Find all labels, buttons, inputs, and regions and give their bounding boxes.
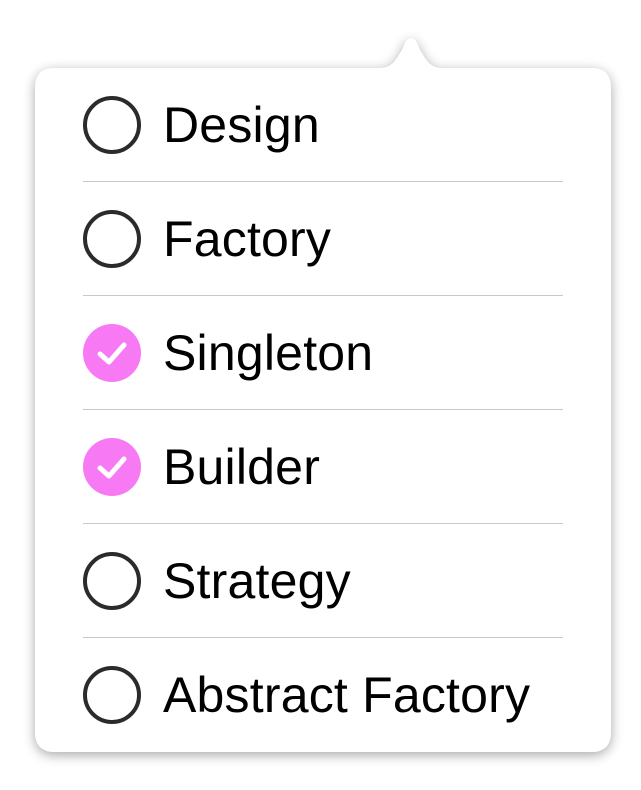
menu-item-label: Strategy xyxy=(163,553,351,609)
menu-item-design[interactable]: Design xyxy=(35,68,611,182)
menu-item-singleton[interactable]: Singleton xyxy=(35,296,611,410)
radio-unchecked-icon[interactable] xyxy=(83,210,141,268)
radio-checked-icon[interactable] xyxy=(83,324,141,382)
menu-item-abstract-factory[interactable]: Abstract Factory xyxy=(35,638,611,752)
radio-unchecked-icon[interactable] xyxy=(83,552,141,610)
menu-item-label: Abstract Factory xyxy=(163,667,531,723)
radio-unchecked-icon[interactable] xyxy=(83,666,141,724)
menu-item-builder[interactable]: Builder xyxy=(35,410,611,524)
radio-checked-icon[interactable] xyxy=(83,438,141,496)
popover-stage: Design Factory Singleton Builder Strateg… xyxy=(0,0,641,790)
menu-item-strategy[interactable]: Strategy xyxy=(35,524,611,638)
menu-item-label: Factory xyxy=(163,211,332,267)
menu-item-label: Builder xyxy=(163,439,321,495)
radio-unchecked-icon[interactable] xyxy=(83,96,141,154)
popover-menu: Design Factory Singleton Builder Strateg… xyxy=(35,68,611,752)
menu-item-label: Design xyxy=(163,97,320,153)
menu-item-factory[interactable]: Factory xyxy=(35,182,611,296)
menu-item-label: Singleton xyxy=(163,325,374,381)
